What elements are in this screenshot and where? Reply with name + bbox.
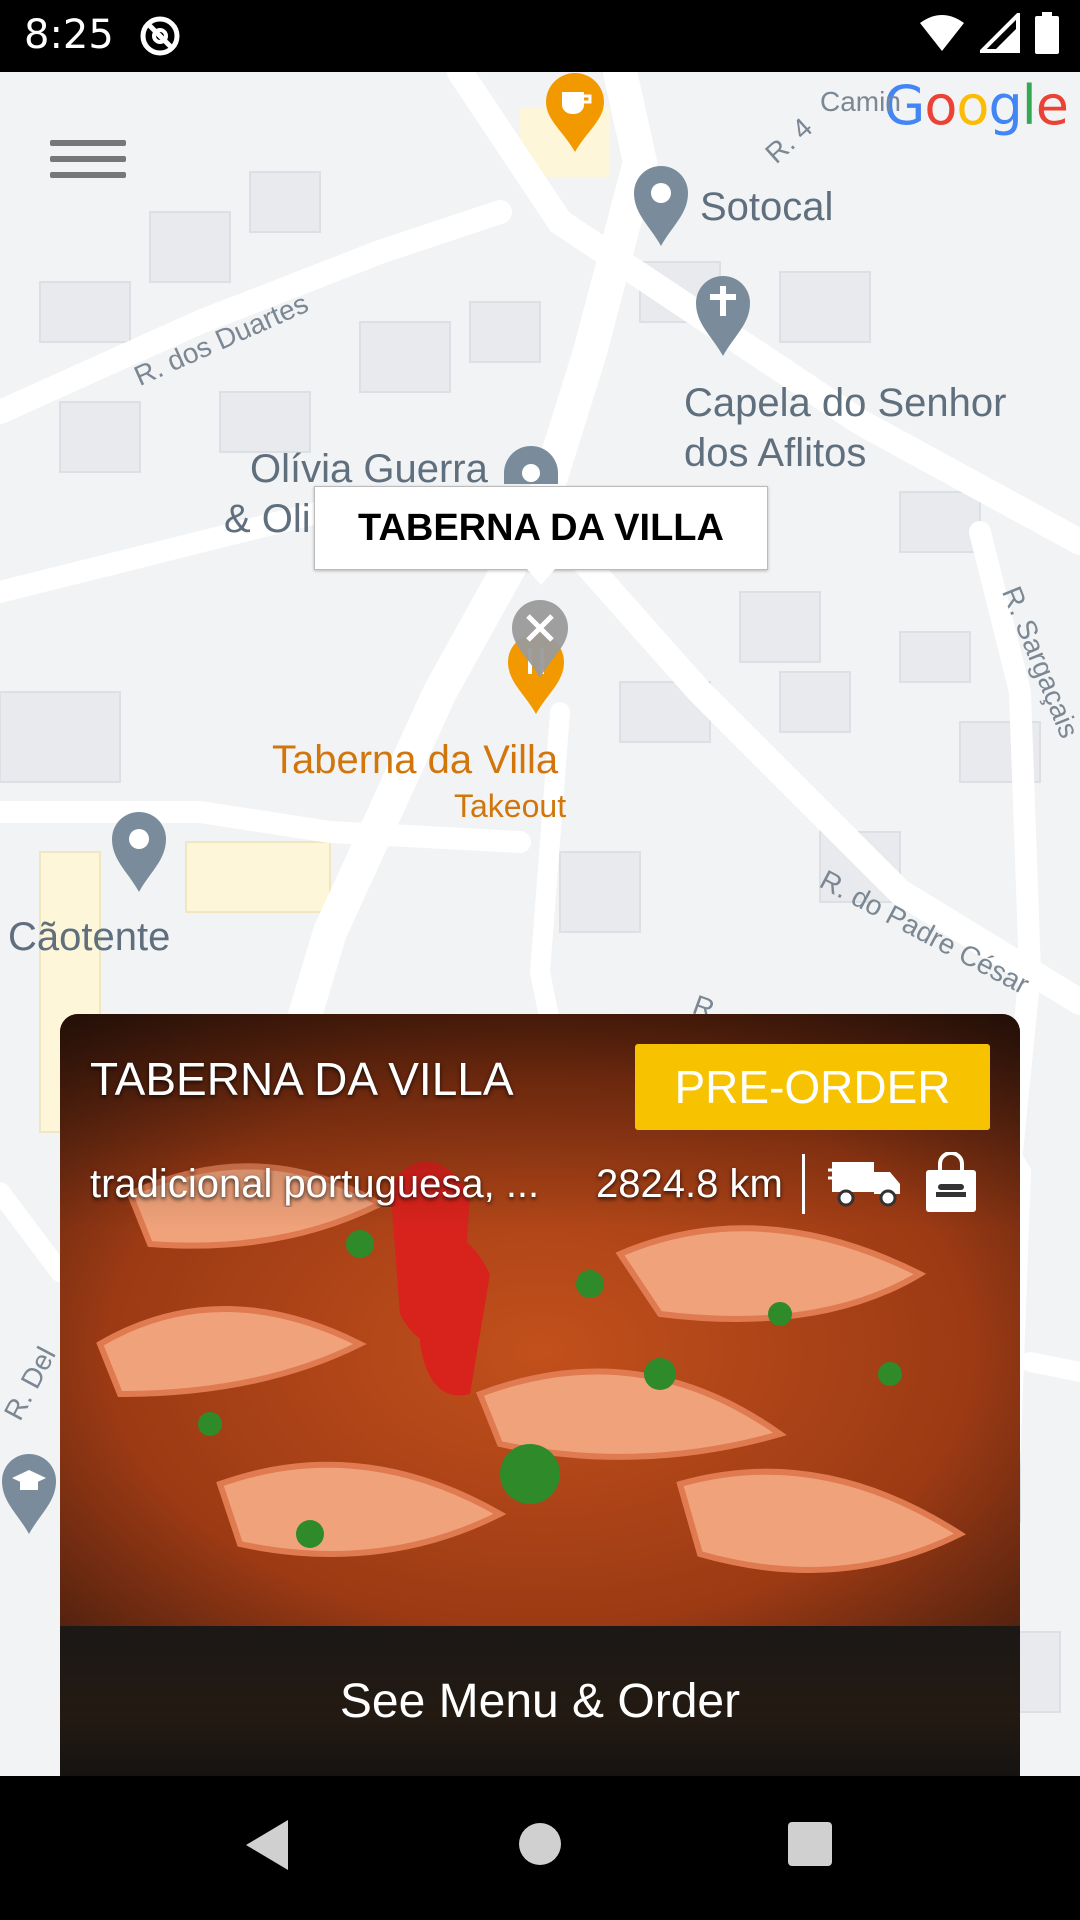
status-icons xyxy=(918,12,1060,54)
cafe-pin-icon[interactable] xyxy=(544,72,606,154)
menu-line xyxy=(50,140,126,146)
place-label-sotocal: Sotocal xyxy=(700,185,834,229)
signal-icon xyxy=(980,13,1020,53)
place-label-caotente: Cãotente xyxy=(8,915,171,959)
school-pin-icon[interactable] xyxy=(0,1452,58,1536)
marker-info-window[interactable]: TABERNA DA VILLA xyxy=(314,486,768,585)
place-label-capela-2: dos Aflitos xyxy=(684,431,867,475)
place-pin-icon[interactable] xyxy=(632,164,690,248)
church-pin-icon[interactable] xyxy=(694,274,752,358)
divider xyxy=(802,1154,805,1214)
delivery-truck-icon xyxy=(828,1162,900,1207)
place-label-olivia-2: & Oli xyxy=(224,497,311,541)
menu-line xyxy=(50,172,126,178)
hamburger-menu-button[interactable] xyxy=(48,130,128,200)
place-pin-icon[interactable] xyxy=(110,810,168,894)
status-bar: 8:25 xyxy=(0,0,1080,72)
home-icon[interactable] xyxy=(518,1818,562,1870)
restaurant-card[interactable]: TABERNA DA VILLA PRE-ORDER tradicional p… xyxy=(60,1014,1020,1776)
recents-icon[interactable] xyxy=(786,1818,834,1870)
system-nav-bar xyxy=(0,1776,1080,1920)
app-notification-icon xyxy=(140,16,180,56)
battery-icon xyxy=(1035,12,1059,54)
google-logo: Google xyxy=(883,74,1069,137)
status-time: 8:25 xyxy=(24,12,114,58)
cuisine-text: tradicional portuguesa, ... xyxy=(90,1162,540,1206)
menu-line xyxy=(50,156,126,162)
street-label: Camin xyxy=(820,86,901,117)
place-pin-icon[interactable] xyxy=(502,444,560,484)
takeaway-bag-icon xyxy=(926,1152,976,1212)
place-label-takeout: Takeout xyxy=(454,788,567,824)
place-label-taberna: Taberna da Villa xyxy=(272,738,559,782)
restaurant-name: TABERNA DA VILLA xyxy=(90,1053,514,1105)
pre-order-button[interactable]: PRE-ORDER xyxy=(635,1044,990,1130)
back-icon[interactable] xyxy=(244,1818,290,1872)
wifi-icon xyxy=(920,15,964,51)
selected-marker-icon[interactable] xyxy=(510,598,570,680)
see-menu-order-button[interactable]: See Menu & Order xyxy=(60,1626,1020,1776)
distance-text: 2824.8 km xyxy=(596,1162,783,1206)
place-label-capela: Capela do Senhor xyxy=(684,381,1007,425)
